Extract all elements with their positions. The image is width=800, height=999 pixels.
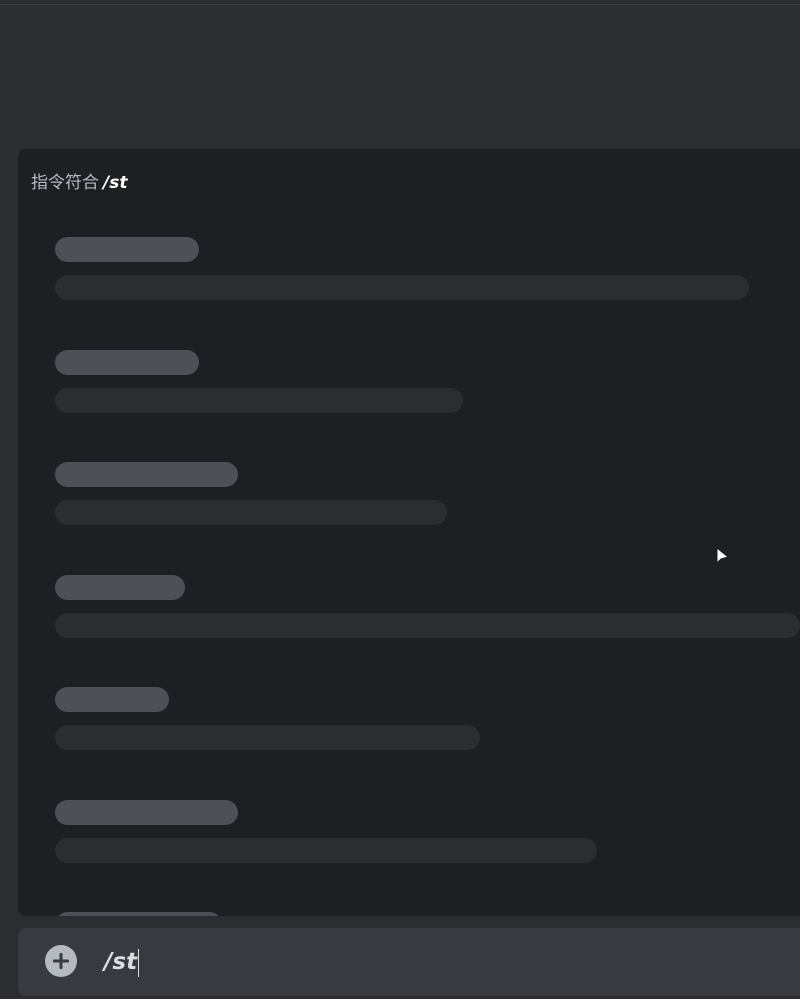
text-caret xyxy=(138,948,140,977)
command-suggestion-placeholder xyxy=(55,462,800,575)
command-suggestion-placeholder xyxy=(55,237,800,350)
autocomplete-header: 指令符合/st xyxy=(31,168,127,193)
command-suggestion-placeholder xyxy=(55,349,800,463)
skeleton-description-bar xyxy=(55,500,447,525)
mouse-pointer-icon xyxy=(716,547,730,565)
autocomplete-query: /st xyxy=(103,173,128,193)
command-suggestion-placeholder xyxy=(55,574,800,688)
skeleton-title-bar xyxy=(55,912,222,916)
plus-circle-icon xyxy=(53,953,69,969)
message-input-text: /st xyxy=(104,949,138,975)
message-input[interactable]: /st xyxy=(104,945,140,979)
skeleton-description-bar xyxy=(55,837,597,863)
top-divider xyxy=(0,4,800,5)
add-attachment-button[interactable] xyxy=(45,945,77,977)
skeleton-title-bar xyxy=(55,462,238,487)
skeleton-title-bar xyxy=(55,574,185,600)
skeleton-description-bar xyxy=(55,612,800,638)
skeleton-title-bar xyxy=(55,687,169,712)
skeleton-description-bar xyxy=(55,275,749,300)
command-suggestion-placeholder xyxy=(55,799,800,913)
skeleton-title-bar xyxy=(55,799,238,825)
skeleton-description-bar xyxy=(55,387,463,413)
skeleton-description-bar xyxy=(55,725,480,750)
command-suggestion-placeholder xyxy=(55,912,800,916)
command-suggestion-list xyxy=(55,237,800,916)
skeleton-title-bar xyxy=(55,349,199,375)
skeleton-title-bar xyxy=(55,237,199,262)
command-autocomplete-popup: 指令符合/st xyxy=(18,149,800,916)
message-composer: /st xyxy=(18,928,800,996)
autocomplete-header-label: 指令符合 xyxy=(31,173,99,193)
command-suggestion-placeholder xyxy=(55,687,800,800)
